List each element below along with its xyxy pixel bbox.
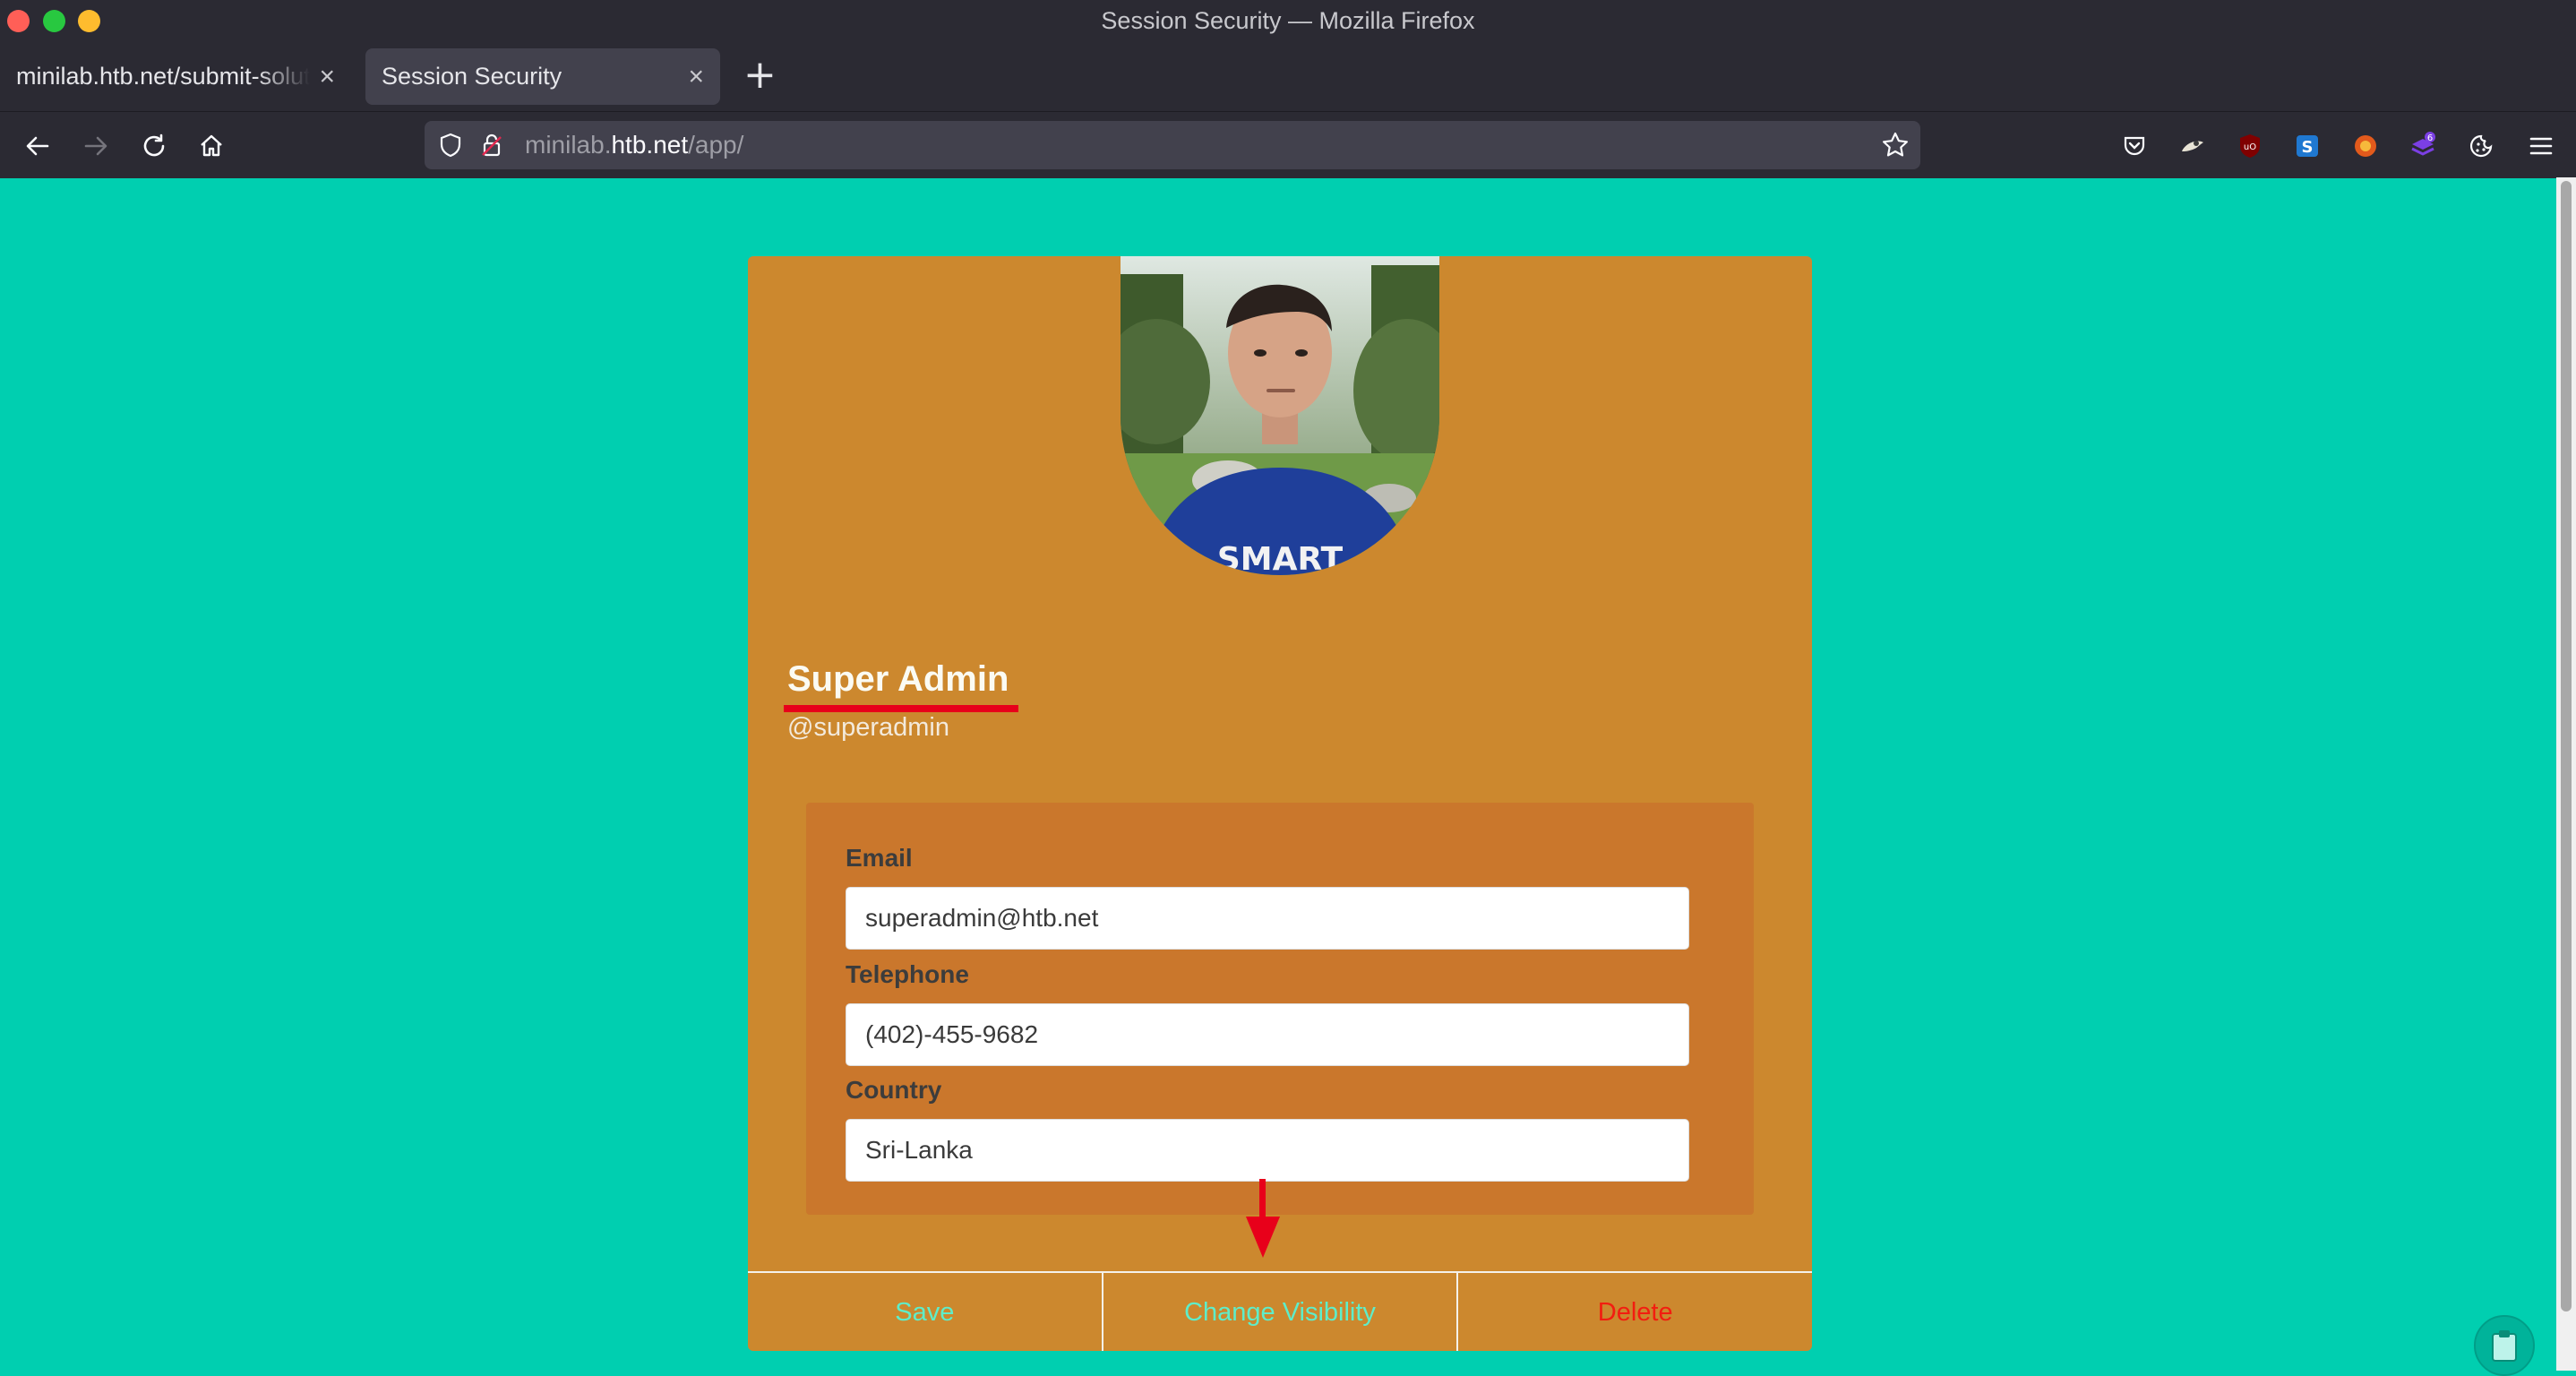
bookmark-star-icon[interactable]: [1881, 131, 1910, 163]
forward-arrow-icon[interactable]: [78, 128, 114, 164]
delete-button[interactable]: Delete: [1456, 1273, 1812, 1351]
fox-extension-icon[interactable]: [2348, 128, 2383, 164]
email-field[interactable]: superadmin@htb.net: [846, 887, 1689, 950]
avatar: SMART: [1121, 256, 1439, 575]
shield-icon[interactable]: [437, 132, 464, 162]
home-icon[interactable]: [193, 128, 229, 164]
close-icon[interactable]: ×: [319, 62, 335, 92]
tab-label: Session Security: [382, 63, 562, 90]
svg-text:uO: uO: [2244, 142, 2256, 152]
s-extension-icon[interactable]: S: [2289, 128, 2325, 164]
telephone-label: Telephone: [846, 960, 969, 988]
profile-name: Super Admin: [787, 659, 1009, 699]
pocket-icon[interactable]: [2117, 128, 2152, 164]
tab-submit-solution[interactable]: minilab.htb.net/submit-solution ×: [0, 48, 351, 105]
reload-icon[interactable]: [136, 128, 172, 164]
page-scrollbar[interactable]: [2556, 177, 2576, 1371]
back-arrow-icon[interactable]: [20, 128, 56, 164]
annotation-arrow-head: [1246, 1217, 1280, 1258]
country-label: Country: [846, 1076, 942, 1104]
annotation-underline: [784, 705, 1018, 712]
scrollbar-thumb[interactable]: [2561, 181, 2572, 1312]
profile-photo: SMART: [1121, 256, 1439, 575]
telephone-field[interactable]: (402)-455-9682: [846, 1003, 1689, 1066]
close-icon[interactable]: ×: [688, 62, 704, 92]
window-title: Session Security — Mozilla Firefox: [1101, 7, 1475, 34]
profile-card: SMART Super Admin @superadmin Email supe…: [748, 256, 1812, 1351]
hamburger-menu-icon[interactable]: [2523, 128, 2559, 164]
extension-badge-count: 6: [2427, 133, 2433, 143]
tab-label: minilab.htb.net/submit-solution: [16, 63, 311, 90]
profile-details-panel: Email superadmin@htb.net Telephone (402)…: [806, 803, 1754, 1215]
country-field[interactable]: Sri-Lanka: [846, 1119, 1689, 1182]
clipboard-icon[interactable]: [2474, 1315, 2535, 1376]
save-button[interactable]: Save: [748, 1273, 1102, 1351]
layers-extension-icon[interactable]: 6: [2405, 128, 2441, 164]
url-text[interactable]: minilab.htb.net/app/: [525, 131, 743, 159]
shirt-text: SMART: [1217, 541, 1344, 575]
new-tab-plus-icon[interactable]: +: [743, 52, 777, 99]
email-label: Email: [846, 844, 913, 872]
svg-text:S: S: [2302, 138, 2314, 157]
cookie-icon[interactable]: [2464, 128, 2500, 164]
tamper-extension-icon[interactable]: [2175, 128, 2211, 164]
tab-session-security[interactable]: Session Security ×: [365, 48, 720, 105]
browser-titlebar: Session Security — Mozilla Firefox minil…: [0, 0, 2576, 111]
change-visibility-button[interactable]: Change Visibility: [1101, 1273, 1457, 1351]
url-bar[interactable]: minilab.htb.net/app/: [425, 121, 1920, 169]
action-bar: Save Change Visibility Delete: [748, 1271, 1812, 1351]
profile-handle: @superadmin: [787, 713, 949, 742]
browser-navbar: minilab.htb.net/app/ uO S 6: [0, 111, 2576, 178]
insecure-lock-icon[interactable]: [478, 132, 505, 162]
ublock-origin-icon[interactable]: uO: [2232, 128, 2268, 164]
